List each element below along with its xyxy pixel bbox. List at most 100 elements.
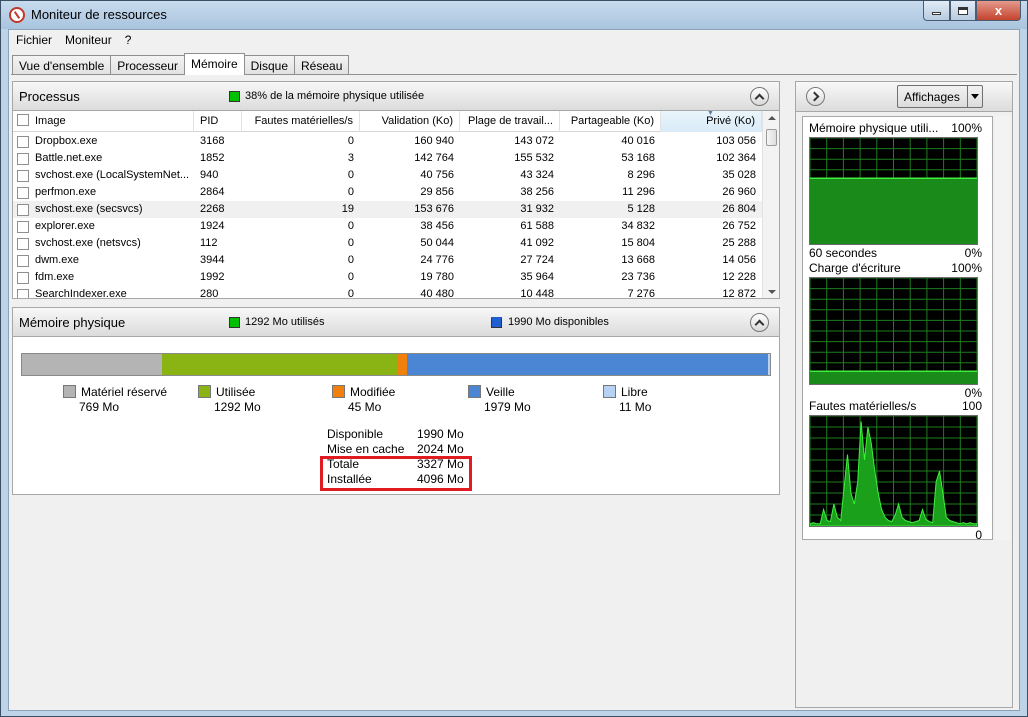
stat-value: 2024 Mo: [417, 442, 464, 456]
scroll-up-icon[interactable]: [768, 116, 776, 120]
minimize-button[interactable]: [923, 1, 950, 21]
stat-label: Disponible: [327, 427, 384, 441]
row-checkbox[interactable]: [17, 153, 29, 165]
resource-monitor-window: Moniteur de ressources x Fichier Moniteu…: [0, 0, 1028, 717]
title-bar[interactable]: Moniteur de ressources x: [1, 1, 1027, 29]
column-label: PID: [200, 115, 219, 127]
column-shareable-cell: 40 016: [621, 135, 655, 147]
row-checkbox[interactable]: [17, 238, 29, 250]
legend-swatch-icon: [468, 385, 481, 398]
column-image-cell: svchost.exe (LocalSystemNet...: [35, 169, 190, 181]
column-working-set-cell: 31 932: [520, 203, 554, 215]
column-shareable-header[interactable]: Partageable (Ko): [560, 111, 661, 132]
memory-stat-row: Disponible 1990 Mo: [327, 427, 477, 442]
dropdown-arrow-icon[interactable]: [967, 86, 982, 107]
column-working-set-header[interactable]: Plage de travail...: [460, 111, 560, 132]
row-checkbox[interactable]: [17, 204, 29, 216]
column-image-cell: Dropbox.exe: [35, 135, 98, 147]
table-row[interactable]: dwm.exe 3944 0 24 776 27 724 13 668 14 056: [13, 252, 762, 269]
column-private-header[interactable]: Privé (Ko) ▼: [661, 111, 762, 132]
column-pid-cell: 2864: [200, 186, 225, 198]
row-checkbox[interactable]: [17, 272, 29, 284]
legend-swatch-icon: [63, 385, 76, 398]
views-dropdown-button[interactable]: Affichages: [897, 85, 983, 108]
column-commit-cell: 19 780: [420, 271, 454, 283]
available-memory-indicator-icon: [491, 317, 502, 328]
table-row[interactable]: explorer.exe 1924 0 38 456 61 588 34 832 26 75…: [13, 218, 762, 235]
physical-memory-body: Matériel réservé 769 Mo Utilisée 1292 Mo Mod…: [12, 337, 780, 495]
graphs-pane: Affichages Mémoire physique utili... 100%…: [795, 81, 1013, 708]
column-image-cell: explorer.exe: [35, 220, 95, 232]
column-working-set-cell: 41 092: [520, 237, 554, 249]
maximize-button[interactable]: [950, 1, 976, 21]
table-row[interactable]: SearchIndexer.exe 280 0 40 480 10 448 7 276 12…: [13, 286, 762, 299]
table-row[interactable]: svchost.exe (netsvcs) 112 0 50 044 41 092 15 …: [13, 235, 762, 252]
row-checkbox[interactable]: [17, 255, 29, 267]
menu-fichier[interactable]: Fichier: [9, 30, 58, 50]
column-commit-cell: 24 776: [420, 254, 454, 266]
column-hard-faults-cell: 0: [347, 271, 354, 283]
tab-memory[interactable]: Mémoire: [183, 53, 245, 75]
graphs-header: Affichages: [796, 82, 1012, 112]
column-commit-header[interactable]: Validation (Ko): [360, 111, 460, 132]
column-shareable-cell: 15 804: [621, 237, 655, 249]
graphs-scrollbar[interactable]: [995, 116, 1010, 540]
select-all-checkbox[interactable]: [17, 114, 29, 126]
column-hard-faults-header[interactable]: Fautes matérielles/s: [242, 111, 360, 132]
expand-graphs-button[interactable]: [806, 87, 825, 106]
table-row[interactable]: svchost.exe (secsvcs) 2268 19 153 676 31 932…: [13, 201, 762, 218]
collapse-processes-button[interactable]: [750, 87, 769, 106]
tab-processor[interactable]: Processeur: [110, 55, 185, 75]
physical-memory-header[interactable]: Mémoire physique 1292 Mo utilisés 1990 M…: [12, 307, 780, 337]
table-row[interactable]: Dropbox.exe 3168 0 160 940 143 072 40 016 103 …: [13, 133, 762, 150]
graph-max-label: 100%: [951, 261, 982, 275]
tab-overview[interactable]: Vue d'ensemble: [12, 55, 112, 75]
row-checkbox[interactable]: [17, 289, 29, 298]
scroll-thumb[interactable]: [766, 129, 777, 146]
row-checkbox[interactable]: [17, 221, 29, 233]
legend-label: Utilisée: [216, 385, 256, 399]
menu-help[interactable]: ?: [118, 30, 138, 50]
processes-scrollbar[interactable]: [762, 111, 779, 298]
close-button[interactable]: x: [976, 1, 1021, 21]
column-pid-header[interactable]: PID: [194, 111, 242, 132]
scroll-down-icon[interactable]: [768, 290, 776, 294]
table-row[interactable]: svchost.exe (LocalSystemNet... 940 0 40 756…: [13, 167, 762, 184]
row-checkbox[interactable]: [17, 136, 29, 148]
column-private-cell: 25 288: [722, 237, 756, 249]
table-row[interactable]: perfmon.exe 2864 0 29 856 38 256 11 296 26 960: [13, 184, 762, 201]
column-working-set-cell: 155 532: [514, 152, 554, 164]
column-private-cell: 12 228: [722, 271, 756, 283]
column-private-cell: 12 872: [722, 288, 756, 299]
column-working-set-cell: 43 324: [520, 169, 554, 181]
column-pid-cell: 2268: [200, 203, 225, 215]
window-title: Moniteur de ressources: [31, 7, 167, 22]
column-label: Plage de travail...: [468, 115, 553, 127]
graph-min-label: 0: [975, 528, 982, 540]
collapse-physical-memory-button[interactable]: [750, 313, 769, 332]
column-image-cell: fdm.exe: [35, 271, 75, 283]
graph-time-label: 60 secondes: [809, 246, 878, 260]
row-checkbox[interactable]: [17, 170, 29, 182]
column-private-cell: 14 056: [722, 254, 756, 266]
column-label: Partageable (Ko): [570, 115, 654, 127]
table-row[interactable]: Battle.net.exe 1852 3 142 764 155 532 53 168 1…: [13, 150, 762, 167]
tab-disk[interactable]: Disque: [243, 55, 295, 75]
row-checkbox[interactable]: [17, 187, 29, 199]
processes-header[interactable]: Processus 38% de la mémoire physique uti…: [12, 81, 780, 111]
table-row[interactable]: fdm.exe 1992 0 19 780 35 964 23 736 12 228: [13, 269, 762, 286]
legend-label: Libre: [621, 385, 648, 399]
column-image-header[interactable]: Image: [13, 111, 194, 132]
processes-title: Processus: [19, 89, 80, 104]
graphs-area: Mémoire physique utili... 100% 0% 60 second…: [802, 116, 993, 540]
memory-usage-indicator-icon: [229, 91, 240, 102]
column-working-set-cell: 61 588: [520, 220, 554, 232]
highlight-box: [320, 456, 472, 491]
column-private-cell: 26 804: [722, 203, 756, 215]
tab-network[interactable]: Réseau: [294, 55, 350, 75]
menu-moniteur[interactable]: Moniteur: [58, 30, 118, 50]
pane-splitter[interactable]: [785, 81, 793, 708]
column-hard-faults-cell: 0: [347, 237, 354, 249]
column-private-cell: 35 028: [722, 169, 756, 181]
column-pid-cell: 3168: [200, 135, 225, 147]
